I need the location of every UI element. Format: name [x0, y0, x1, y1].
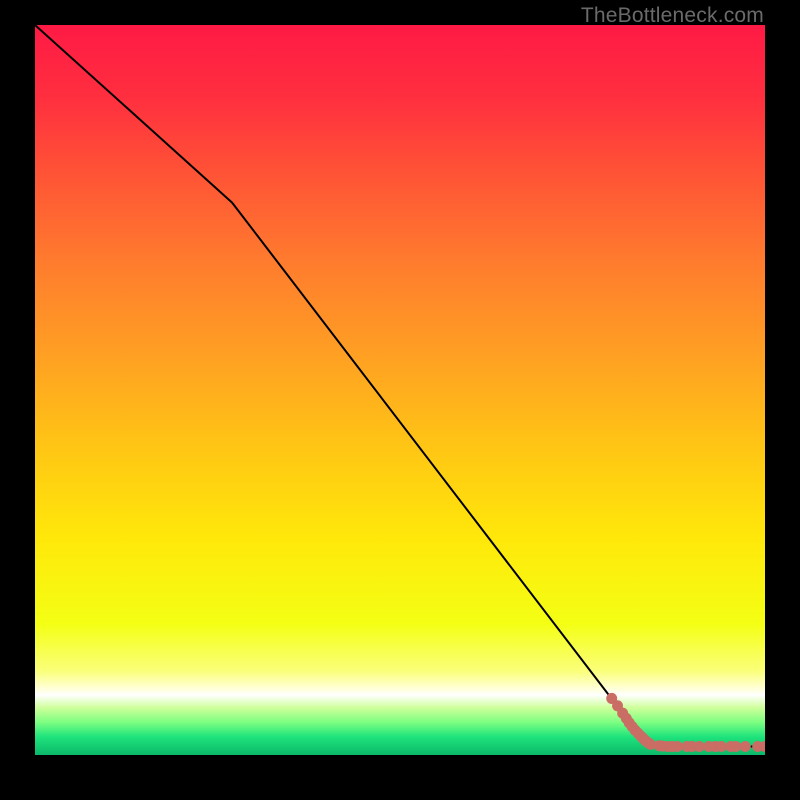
marker-group	[606, 693, 765, 752]
data-point	[730, 741, 741, 752]
data-point	[672, 741, 683, 752]
data-point	[740, 741, 751, 752]
chart-stage: TheBottleneck.com	[0, 0, 800, 800]
watermark-text: TheBottleneck.com	[581, 4, 764, 28]
plot-area	[35, 25, 765, 765]
data-point	[694, 741, 705, 752]
chart-svg	[35, 25, 765, 765]
curve-line	[35, 25, 765, 747]
data-point	[716, 741, 727, 752]
